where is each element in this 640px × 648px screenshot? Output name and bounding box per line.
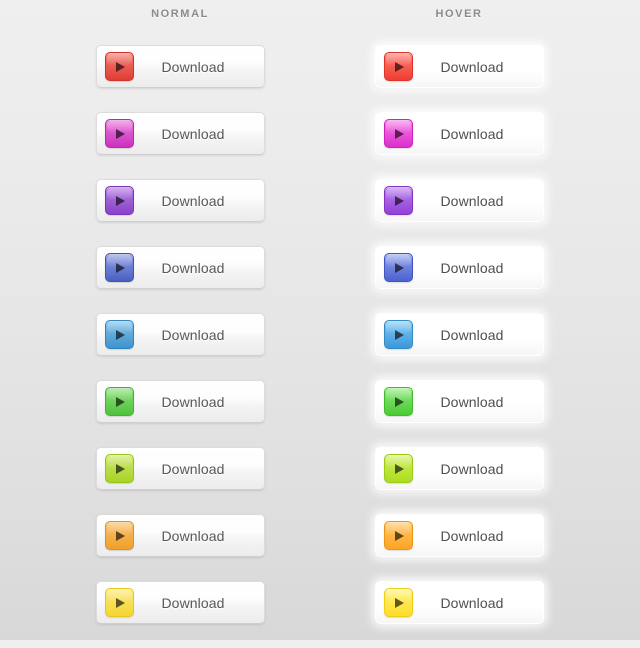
download-button-label: Download (440, 125, 504, 142)
play-triangle-glyph (395, 396, 404, 407)
download-button-label: Download (440, 326, 504, 343)
button-column-normal: Download Download Download Download Download… (96, 45, 266, 648)
download-button-magenta-hover[interactable]: Download (375, 112, 544, 155)
download-button-indigo-normal[interactable]: Download (96, 246, 265, 289)
download-button-green-hover[interactable]: Download (375, 380, 544, 423)
download-button-label: Download (161, 125, 225, 142)
play-triangle-glyph (116, 262, 125, 273)
download-button-yellow-hover[interactable]: Download (375, 581, 544, 624)
download-button-label: Download (440, 192, 504, 209)
play-triangle-glyph (116, 128, 125, 139)
play-triangle-glyph (116, 329, 125, 340)
play-triangle-icon (384, 52, 413, 81)
download-button-lime-normal[interactable]: Download (96, 447, 265, 490)
button-column-hover: Download Download Download Download Download… (375, 45, 545, 648)
play-triangle-glyph (116, 396, 125, 407)
play-triangle-glyph (395, 463, 404, 474)
download-button-label: Download (440, 460, 504, 477)
play-triangle-icon (384, 387, 413, 416)
play-triangle-icon (105, 52, 134, 81)
download-button-label: Download (440, 594, 504, 611)
play-triangle-icon (384, 253, 413, 282)
download-button-orange-hover[interactable]: Download (375, 514, 544, 557)
download-button-label: Download (161, 326, 225, 343)
download-button-label: Download (161, 460, 225, 477)
play-triangle-icon (105, 588, 134, 617)
play-triangle-icon (384, 588, 413, 617)
download-button-red-normal[interactable]: Download (96, 45, 265, 88)
download-button-yellow-normal[interactable]: Download (96, 581, 265, 624)
play-triangle-glyph (395, 61, 404, 72)
play-triangle-icon (105, 119, 134, 148)
download-button-label: Download (440, 527, 504, 544)
download-button-magenta-normal[interactable]: Download (96, 112, 265, 155)
play-triangle-glyph (395, 530, 404, 541)
download-button-red-hover[interactable]: Download (375, 45, 544, 88)
play-triangle-icon (105, 454, 134, 483)
download-button-label: Download (161, 192, 225, 209)
download-button-sky-blue-normal[interactable]: Download (96, 313, 265, 356)
download-button-label: Download (440, 259, 504, 276)
play-triangle-icon (384, 119, 413, 148)
play-triangle-glyph (395, 329, 404, 340)
play-triangle-icon (105, 186, 134, 215)
download-button-label: Download (161, 58, 225, 75)
button-showcase-canvas: NORMAL HOVER Download Download Download Dow… (0, 0, 640, 640)
play-triangle-icon (105, 387, 134, 416)
column-header-normal: NORMAL (151, 8, 209, 20)
download-button-sky-blue-hover[interactable]: Download (375, 313, 544, 356)
column-header-hover: HOVER (435, 8, 483, 20)
download-button-purple-hover[interactable]: Download (375, 179, 544, 222)
download-button-label: Download (440, 393, 504, 410)
play-triangle-icon (384, 320, 413, 349)
download-button-label: Download (161, 594, 225, 611)
download-button-label: Download (440, 58, 504, 75)
download-button-orange-normal[interactable]: Download (96, 514, 265, 557)
download-button-green-normal[interactable]: Download (96, 380, 265, 423)
download-button-lime-hover[interactable]: Download (375, 447, 544, 490)
play-triangle-glyph (116, 61, 125, 72)
download-button-indigo-hover[interactable]: Download (375, 246, 544, 289)
download-button-label: Download (161, 259, 225, 276)
play-triangle-icon (105, 521, 134, 550)
play-triangle-glyph (116, 597, 125, 608)
download-button-label: Download (161, 393, 225, 410)
play-triangle-glyph (116, 195, 125, 206)
play-triangle-glyph (116, 463, 125, 474)
play-triangle-icon (105, 253, 134, 282)
play-triangle-glyph (116, 530, 125, 541)
play-triangle-glyph (395, 195, 404, 206)
download-button-purple-normal[interactable]: Download (96, 179, 265, 222)
play-triangle-icon (384, 521, 413, 550)
play-triangle-glyph (395, 128, 404, 139)
play-triangle-glyph (395, 597, 404, 608)
download-button-label: Download (161, 527, 225, 544)
play-triangle-icon (105, 320, 134, 349)
play-triangle-glyph (395, 262, 404, 273)
play-triangle-icon (384, 186, 413, 215)
play-triangle-icon (384, 454, 413, 483)
